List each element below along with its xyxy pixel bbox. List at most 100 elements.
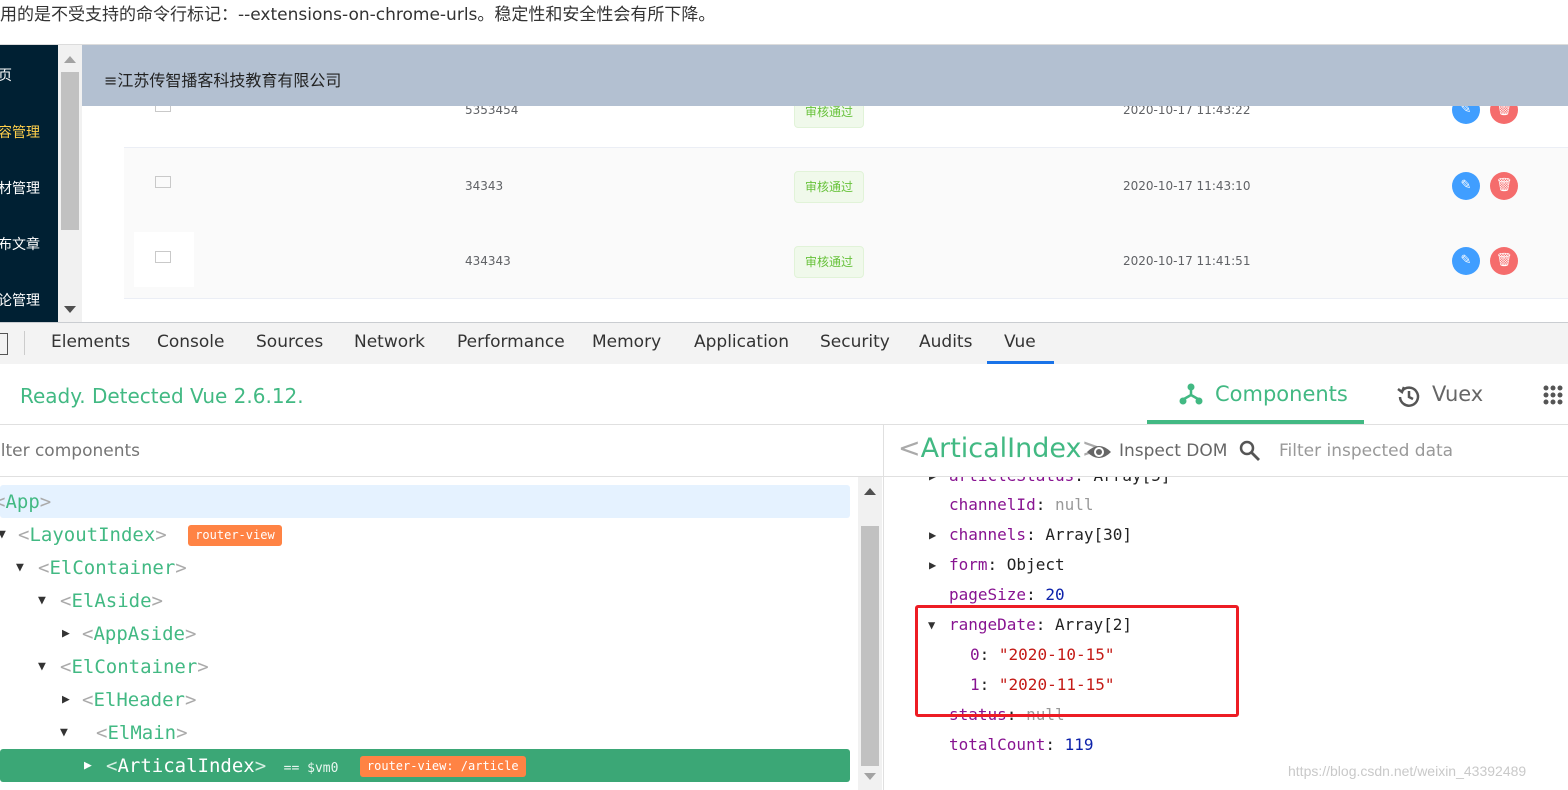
node-name: ElMain bbox=[107, 722, 177, 744]
tree-node-elheader[interactable]: ▶ <ElHeader> bbox=[60, 685, 196, 715]
vue-devtools-header: Ready. Detected Vue 2.6.12. Components V… bbox=[0, 364, 1568, 425]
tree-node-app[interactable]: <App> bbox=[0, 487, 51, 517]
app-sidebar: 页 容管理 材管理 布文章 论管理 bbox=[0, 45, 58, 322]
prop-pageSize: pageSize: 20 bbox=[949, 585, 1065, 604]
inspector-header: <ArticalIndex> Inspect DOM Filter inspec… bbox=[884, 425, 1568, 477]
tree-node-layoutindex[interactable]: ▼ <LayoutIndex> router-view bbox=[0, 520, 282, 550]
components-tab[interactable]: Components bbox=[1147, 364, 1364, 424]
expand-caret-icon[interactable]: ▶ bbox=[929, 524, 936, 546]
trash-icon: 🗑 bbox=[1495, 178, 1513, 193]
scroll-down-icon[interactable] bbox=[64, 306, 76, 313]
dock-icon[interactable] bbox=[0, 333, 8, 355]
inspect-dom-label: Inspect DOM bbox=[1119, 441, 1228, 461]
vuex-tab-label: Vuex bbox=[1432, 382, 1484, 406]
prop-channelId: channelId: null bbox=[949, 495, 1094, 514]
history-icon bbox=[1397, 386, 1420, 407]
scroll-up-icon[interactable] bbox=[64, 56, 76, 63]
sidebar-item-publish[interactable]: 布文章 bbox=[0, 234, 58, 254]
node-name: ElHeader bbox=[93, 689, 185, 711]
tree-node-elcontainer-inner[interactable]: ▼ <ElContainer> bbox=[38, 652, 209, 682]
vm-ref: == $vm0 bbox=[283, 761, 339, 776]
node-name: ElAside bbox=[71, 590, 152, 612]
prop-form[interactable]: ▶ form: Object bbox=[929, 554, 1065, 576]
filter-inspected-data-input[interactable]: Filter inspected data bbox=[1279, 441, 1453, 461]
collapse-caret-icon[interactable]: ▼ bbox=[38, 586, 46, 616]
tab-memory[interactable]: Memory bbox=[592, 332, 661, 352]
search-icon bbox=[1239, 440, 1260, 461]
table-row: 434343 审核通过 2020-10-17 11:41:51 ✎ 🗑 bbox=[124, 223, 1568, 299]
expand-caret-icon[interactable]: ▶ bbox=[929, 554, 936, 576]
router-view-badge: router-view: /article bbox=[359, 756, 526, 777]
status-badge: 审核通过 bbox=[794, 171, 864, 203]
delete-button[interactable]: 🗑 bbox=[1490, 172, 1518, 200]
scroll-up-icon[interactable] bbox=[864, 488, 876, 495]
tab-console[interactable]: Console bbox=[157, 332, 225, 352]
sidebar-item-content[interactable]: 容管理 bbox=[0, 122, 58, 142]
collapse-caret-icon[interactable]: ▼ bbox=[16, 553, 24, 583]
image-icon bbox=[155, 176, 171, 188]
sidebar-item-comments[interactable]: 论管理 bbox=[0, 290, 58, 310]
tab-performance[interactable]: Performance bbox=[457, 332, 565, 352]
publish-date: 2020-10-17 11:41:51 bbox=[1123, 254, 1251, 268]
tab-network[interactable]: Network bbox=[354, 332, 425, 352]
filter-components-input[interactable] bbox=[0, 437, 858, 465]
app-row-highlight bbox=[0, 485, 850, 518]
collapse-caret-icon[interactable]: ▼ bbox=[60, 718, 68, 748]
component-filter bbox=[0, 425, 883, 477]
collapse-caret-icon[interactable]: ▼ bbox=[38, 652, 46, 682]
components-tab-indicator bbox=[1147, 420, 1364, 424]
tab-elements[interactable]: Elements bbox=[51, 332, 130, 352]
scroll-thumb[interactable] bbox=[61, 72, 79, 230]
table-row: 34343 审核通过 2020-10-17 11:43:10 ✎ 🗑 bbox=[124, 148, 1568, 224]
sidebar-item-media[interactable]: 材管理 bbox=[0, 178, 58, 198]
sidebar-scrollbar[interactable] bbox=[58, 45, 82, 322]
delete-button[interactable]: 🗑 bbox=[1490, 247, 1518, 275]
article-title: 34343 bbox=[465, 179, 504, 193]
tree-node-elmain[interactable]: ▼ <ElMain> bbox=[60, 718, 188, 748]
edit-button[interactable]: ✎ bbox=[1452, 172, 1480, 200]
article-cover bbox=[134, 232, 194, 287]
components-icon bbox=[1179, 383, 1203, 405]
tab-application[interactable]: Application bbox=[694, 332, 789, 352]
sidebar-item-home[interactable]: 页 bbox=[0, 65, 58, 85]
trash-icon: 🗑 bbox=[1495, 253, 1513, 268]
prop-totalCount: totalCount: 119 bbox=[949, 735, 1094, 754]
scroll-thumb[interactable] bbox=[861, 526, 879, 766]
tab-security[interactable]: Security bbox=[820, 332, 890, 352]
components-tab-label: Components bbox=[1215, 382, 1348, 406]
tree-node-elaside[interactable]: ▼ <ElAside> bbox=[38, 586, 163, 616]
warning-text: 用的是不受支持的命令行标记：--extensions-on-chrome-url… bbox=[0, 5, 716, 25]
publish-date: 2020-10-17 11:43:10 bbox=[1123, 179, 1251, 193]
scroll-down-icon[interactable] bbox=[864, 773, 876, 780]
inspected-component-name: <ArticalIndex> bbox=[898, 433, 1104, 464]
tree-node-appaside[interactable]: ▶ <AppAside> bbox=[60, 619, 196, 649]
expand-caret-icon[interactable]: ▶ bbox=[62, 685, 70, 715]
tab-vue[interactable]: Vue bbox=[1004, 332, 1036, 352]
expand-caret-icon[interactable]: ▶ bbox=[84, 751, 92, 781]
node-name: ElContainer bbox=[49, 557, 176, 579]
expand-caret-icon[interactable]: ▶ bbox=[62, 619, 70, 649]
tab-sources[interactable]: Sources bbox=[256, 332, 323, 352]
tree-scrollbar[interactable] bbox=[858, 477, 882, 790]
edit-icon: ✎ bbox=[1460, 253, 1472, 268]
devtools-tabbar: Elements Console Sources Network Perform… bbox=[0, 322, 1568, 365]
edit-icon: ✎ bbox=[1460, 178, 1472, 193]
events-icon[interactable] bbox=[1542, 384, 1564, 406]
eye-icon bbox=[1087, 446, 1111, 458]
status-badge: 审核通过 bbox=[794, 246, 864, 278]
node-name: AppAside bbox=[93, 623, 185, 645]
article-title: 434343 bbox=[465, 254, 511, 268]
watermark: https://blog.csdn.net/weixin_43392489 bbox=[1288, 763, 1527, 779]
node-name: ElContainer bbox=[71, 656, 198, 678]
node-name: ArticalIndex bbox=[117, 755, 255, 777]
prop-channels[interactable]: ▶ channels: Array[30] bbox=[929, 524, 1132, 546]
unsupported-flag-warning: 用的是不受支持的命令行标记：--extensions-on-chrome-url… bbox=[0, 0, 1568, 45]
collapse-caret-icon[interactable]: ▼ bbox=[0, 520, 6, 550]
tree-node-elcontainer[interactable]: ▼ <ElContainer> bbox=[16, 553, 187, 583]
tree-node-articalindex[interactable]: ▶ <ArticalIndex> == $vm0 router-view: /a… bbox=[84, 751, 526, 781]
highlight-annotation-box bbox=[915, 605, 1239, 717]
edit-button[interactable]: ✎ bbox=[1452, 247, 1480, 275]
component-tree: <App> ▼ <LayoutIndex> router-view ▼ <ElC… bbox=[0, 477, 858, 790]
tab-audits[interactable]: Audits bbox=[919, 332, 972, 352]
node-name: App bbox=[5, 491, 40, 513]
